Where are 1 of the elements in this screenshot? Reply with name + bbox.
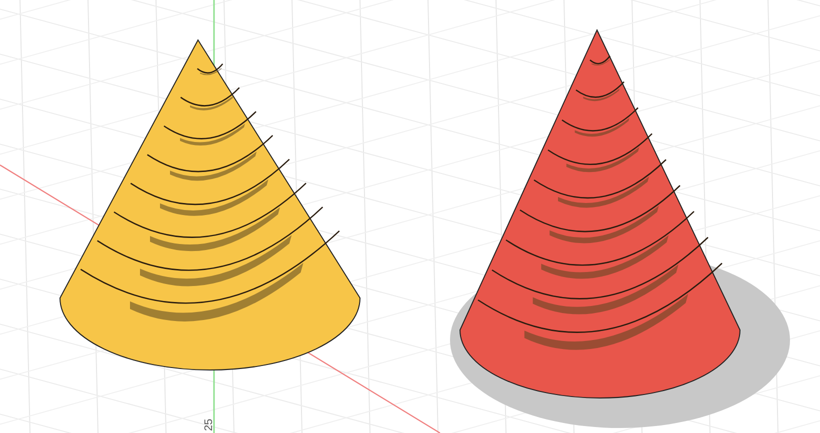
grid-label: 25 bbox=[203, 418, 215, 431]
